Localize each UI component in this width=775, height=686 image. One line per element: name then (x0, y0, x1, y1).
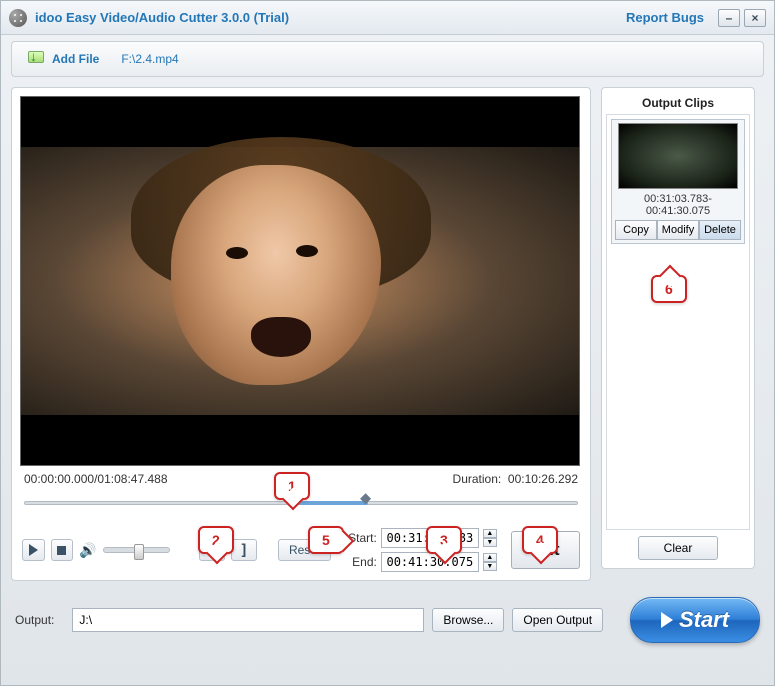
clip-thumbnail (618, 123, 738, 189)
end-label: End: (343, 555, 377, 569)
bottom-bar: Output: Browse... Open Output Start (1, 591, 774, 653)
browse-button[interactable]: Browse... (432, 608, 504, 632)
range-end-handle[interactable] (360, 492, 374, 510)
end-time-input[interactable] (381, 552, 479, 572)
controls-row: 🔊 [ ] Reset Start: ▲▼ End: ▲▼ (20, 528, 582, 572)
mark-end-button[interactable]: ] (231, 539, 257, 561)
editor-panel: 00:00:00.000/01:08:47.488 Duration: 00:1… (11, 87, 591, 581)
app-logo-icon (9, 9, 27, 27)
current-file-path: F:\2.4.mp4 (121, 52, 178, 66)
open-output-button[interactable]: Open Output (512, 608, 603, 632)
output-clips-panel: Output Clips 00:31:03.783-00:41:30.075 C… (601, 87, 755, 569)
callout-3: 3 (426, 526, 462, 554)
window-title: idoo Easy Video/Audio Cutter 3.0.0 (Tria… (35, 10, 289, 25)
right-column: Output Clips 00:31:03.783-00:41:30.075 C… (601, 87, 755, 581)
clip-item[interactable]: 00:31:03.783-00:41:30.075 Copy Modify De… (611, 119, 745, 244)
report-bugs-link[interactable]: Report Bugs (626, 10, 704, 25)
volume-slider[interactable] (103, 547, 170, 553)
clip-timerange: 00:31:03.783-00:41:30.075 (615, 193, 741, 217)
play-icon (661, 612, 673, 628)
add-file-button[interactable]: Add File (26, 49, 99, 69)
close-button[interactable]: × (744, 9, 766, 27)
position-total-time: 00:00:00.000/01:08:47.488 (24, 472, 168, 486)
file-toolbar: Add File F:\2.4.mp4 (11, 41, 764, 77)
callout-4: 4 (522, 526, 558, 554)
clip-modify-button[interactable]: Modify (657, 220, 699, 240)
titlebar: idoo Easy Video/Audio Cutter 3.0.0 (Tria… (1, 1, 774, 35)
stop-button[interactable] (51, 539, 74, 561)
clip-list: 00:31:03.783-00:41:30.075 Copy Modify De… (606, 114, 750, 530)
selection-duration: Duration: 00:10:26.292 (453, 472, 578, 486)
callout-2: 2 (198, 526, 234, 554)
output-path-input[interactable] (72, 608, 424, 632)
clear-button[interactable]: Clear (638, 536, 718, 560)
callout-6: 6 (651, 275, 687, 303)
play-button[interactable] (22, 539, 45, 561)
add-file-label: Add File (52, 52, 99, 66)
app-window: idoo Easy Video/Audio Cutter 3.0.0 (Tria… (0, 0, 775, 686)
clip-copy-button[interactable]: Copy (615, 220, 657, 240)
minimize-button[interactable]: – (718, 9, 740, 27)
output-clips-title: Output Clips (606, 92, 750, 114)
callout-1: 1 (274, 472, 310, 500)
clip-delete-button[interactable]: Delete (699, 220, 741, 240)
start-spinner[interactable]: ▲▼ (483, 529, 497, 547)
add-file-icon (26, 49, 46, 69)
start-label: Start (679, 607, 729, 633)
track-selection (294, 501, 368, 505)
start-button[interactable]: Start (630, 597, 760, 643)
video-preview[interactable] (20, 96, 580, 466)
output-label: Output: (15, 613, 54, 627)
callout-5: 5 (308, 526, 344, 554)
volume-icon: 🔊 (79, 542, 96, 559)
end-spinner[interactable]: ▲▼ (483, 553, 497, 571)
